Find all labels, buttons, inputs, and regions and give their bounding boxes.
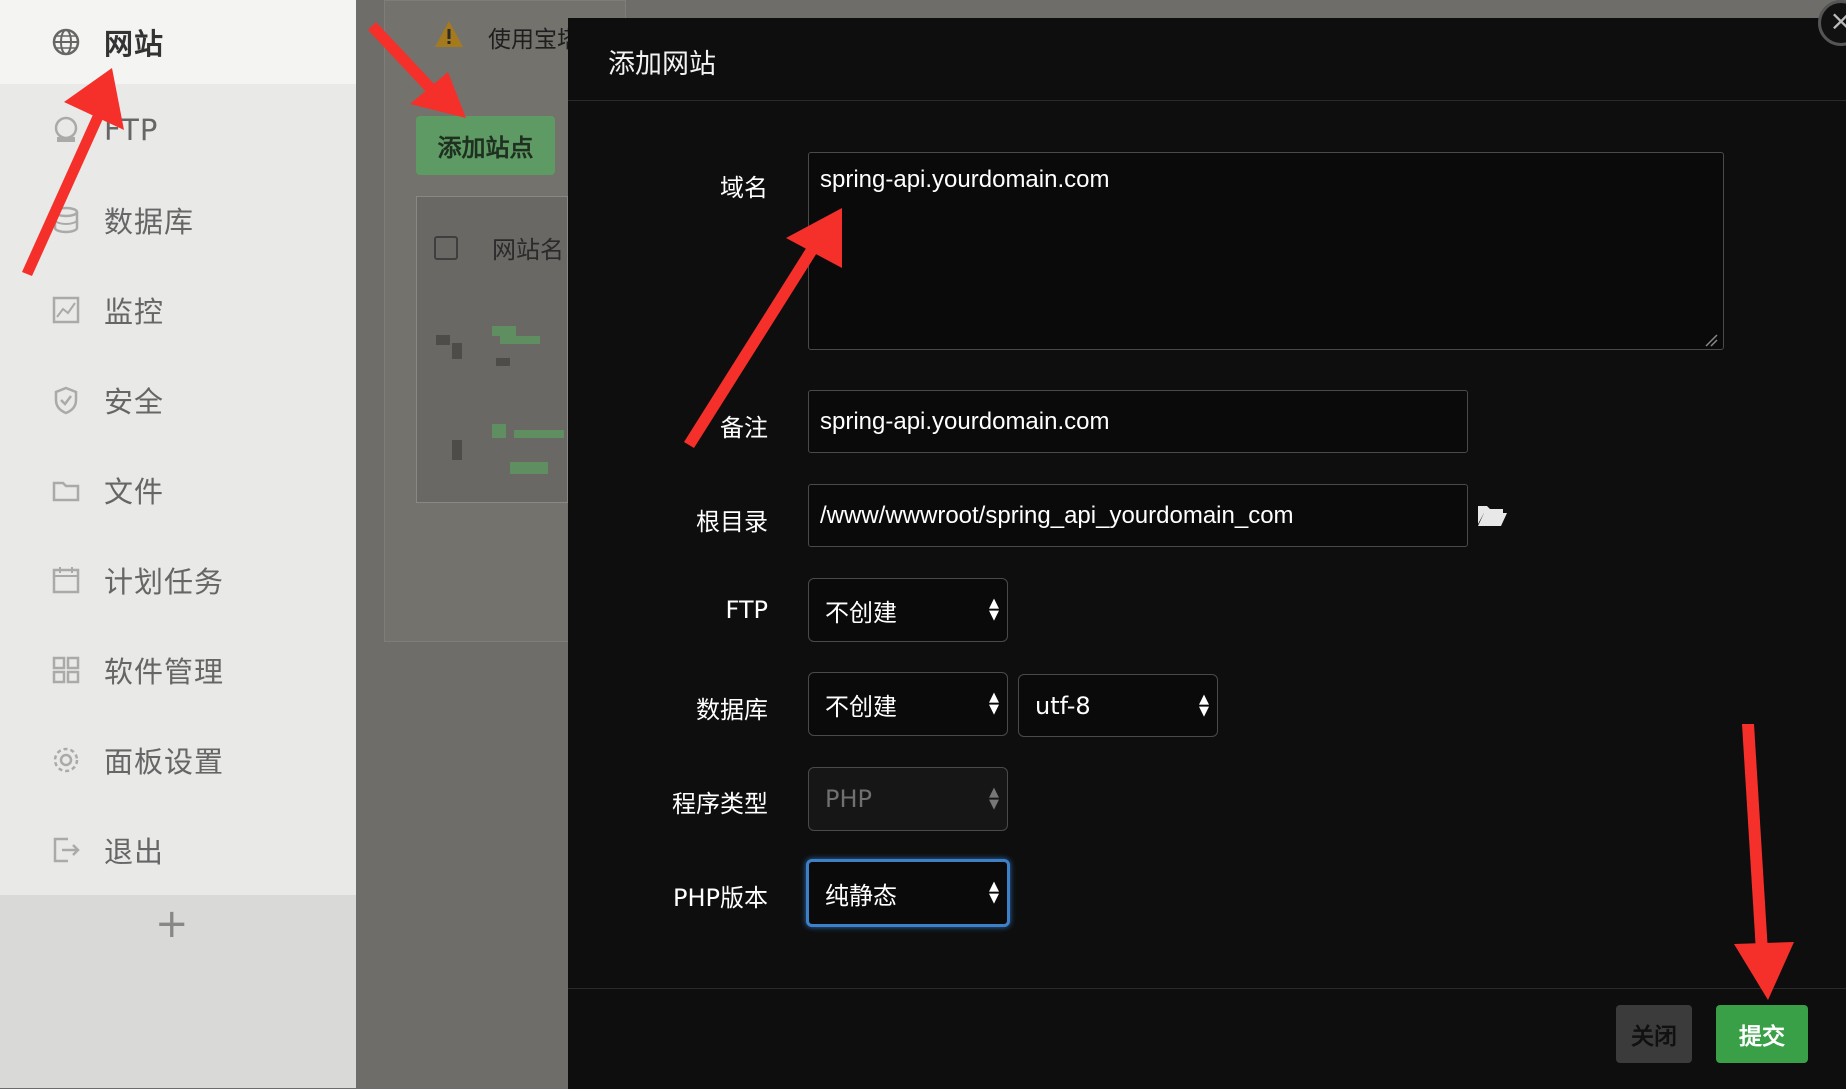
select-arrows-icon: ▲ ▼ xyxy=(989,690,999,717)
add-site-button[interactable]: 添加站点 xyxy=(416,116,555,175)
remark-input[interactable] xyxy=(808,390,1468,453)
redacted-block xyxy=(492,424,506,438)
remark-label: 备注 xyxy=(720,414,768,442)
gear-icon xyxy=(50,744,82,776)
sidebar-item-ftp[interactable]: FTP xyxy=(0,88,356,172)
monitor-icon xyxy=(50,294,82,326)
sidebar-item-label: 软件管理 xyxy=(104,655,225,689)
sidebar-item-label: 退出 xyxy=(104,835,165,869)
grid-icon xyxy=(50,654,82,686)
globe-icon xyxy=(50,26,82,58)
sidebar-item-security[interactable]: 安全 xyxy=(0,358,356,442)
database-label: 数据库 xyxy=(696,696,768,724)
sidebar-item-label: 计划任务 xyxy=(104,565,225,599)
program-type-select: PHP ▲ ▼ xyxy=(808,767,1008,831)
sidebar-item-cron[interactable]: 计划任务 xyxy=(0,538,356,622)
ftp-icon xyxy=(50,114,82,146)
modal-title: 添加网站 xyxy=(608,49,716,80)
redacted-block xyxy=(452,440,462,460)
redacted-block xyxy=(492,326,516,336)
charset-select[interactable]: utf-8 ▲ ▼ xyxy=(1018,674,1218,737)
column-header-site-name: 网站名 xyxy=(492,236,564,264)
sidebar-item-label: 安全 xyxy=(104,385,165,419)
logout-icon xyxy=(50,834,82,866)
sidebar-item-website[interactable]: 网站 xyxy=(0,0,356,84)
sidebar-item-label: 网站 xyxy=(104,27,165,61)
redacted-block xyxy=(496,358,510,366)
domain-textarea[interactable]: spring-api.yourdomain.com xyxy=(808,152,1724,350)
charset-select-value: utf-8 xyxy=(1035,691,1091,720)
select-arrows-icon: ▲ ▼ xyxy=(989,596,999,623)
sidebar-item-label: 文件 xyxy=(104,475,165,509)
sidebar-item-software[interactable]: 软件管理 xyxy=(0,628,356,712)
database-select-value: 不创建 xyxy=(825,692,897,721)
select-arrows-icon: ▲ ▼ xyxy=(989,879,999,906)
resize-grip-icon[interactable] xyxy=(1704,332,1718,347)
redacted-block xyxy=(500,336,540,344)
root-dir-input[interactable] xyxy=(808,484,1468,547)
sidebar-item-label: 监控 xyxy=(104,295,165,329)
sidebar-item-label: 数据库 xyxy=(104,205,195,239)
root-dir-label: 根目录 xyxy=(696,508,768,536)
warning-icon xyxy=(434,20,464,48)
php-version-value: 纯静态 xyxy=(825,881,897,910)
sidebar-item-database[interactable]: 数据库 xyxy=(0,178,356,262)
select-all-checkbox[interactable] xyxy=(434,236,458,260)
ftp-select-value: 不创建 xyxy=(825,598,897,627)
sidebar-item-files[interactable]: 文件 xyxy=(0,448,356,532)
ftp-select[interactable]: 不创建 ▲ ▼ xyxy=(808,578,1008,642)
domain-label: 域名 xyxy=(720,174,768,202)
sidebar-item-monitor[interactable]: 监控 xyxy=(0,268,356,352)
ftp-label: FTP xyxy=(725,596,768,624)
sidebar-item-label: 面板设置 xyxy=(104,745,225,779)
sidebar-item-label: FTP xyxy=(104,113,159,147)
redacted-block xyxy=(514,430,564,438)
select-arrows-icon: ▲ ▼ xyxy=(989,785,999,812)
modal-header: 添加网站 xyxy=(568,18,1846,101)
select-arrows-icon: ▲ ▼ xyxy=(1199,691,1209,719)
php-version-select[interactable]: 纯静态 ▲ ▼ xyxy=(806,859,1010,927)
shield-icon xyxy=(50,384,82,416)
sidebar-item-settings[interactable]: 面板设置 xyxy=(0,718,356,802)
database-select[interactable]: 不创建 ▲ ▼ xyxy=(808,672,1008,736)
program-type-label: 程序类型 xyxy=(672,790,768,818)
close-button[interactable]: 关闭 xyxy=(1616,1005,1692,1063)
sidebar: 网站 FTP 数据库 监控 安全 文件 计划任务 软件管理 面板设置 退出 + xyxy=(0,0,356,1088)
folder-icon xyxy=(50,474,82,506)
php-version-label: PHP版本 xyxy=(673,884,768,912)
warning-text: 使用宝塔 xyxy=(488,27,580,53)
folder-open-icon[interactable] xyxy=(1476,502,1508,528)
calendar-icon xyxy=(50,564,82,596)
add-plugin-button[interactable]: + xyxy=(155,904,189,944)
sidebar-item-logout[interactable]: 退出 xyxy=(0,808,356,892)
redacted-block xyxy=(452,343,462,359)
program-type-value: PHP xyxy=(825,785,872,813)
redacted-block xyxy=(436,335,450,345)
redacted-block xyxy=(510,462,548,474)
database-icon xyxy=(50,204,82,236)
submit-button[interactable]: 提交 xyxy=(1716,1005,1808,1063)
